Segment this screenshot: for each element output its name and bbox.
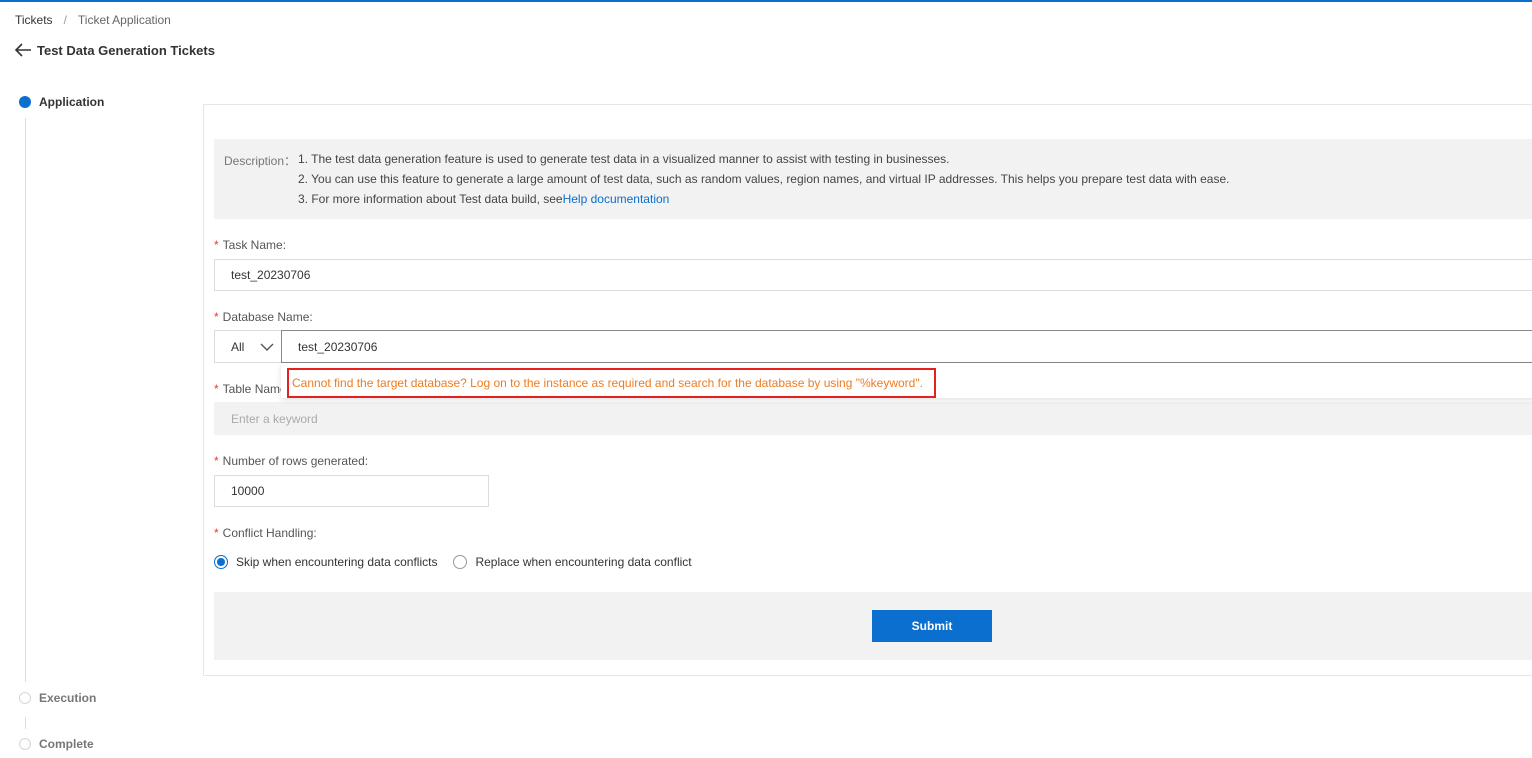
database-name-label: * Database Name: [214, 310, 313, 324]
task-name-label: * Task Name: [214, 238, 286, 252]
description-line-3: 3. For more information about Test data … [298, 192, 669, 206]
task-name-label-text: Task Name: [222, 238, 287, 252]
radio-replace-conflicts[interactable]: Replace when encountering data conflict [453, 555, 692, 569]
breadcrumb-separator: / [63, 13, 67, 27]
step-application: Application [19, 95, 104, 109]
table-name-label-text: Table Name [222, 382, 287, 396]
required-mark: * [214, 310, 219, 324]
step-complete: Complete [19, 737, 94, 751]
rows-label-text: Number of rows generated: [222, 454, 369, 468]
step-active-dot-icon [19, 96, 31, 108]
database-scope-select[interactable]: All [214, 330, 282, 363]
conflict-handling-options: Skip when encountering data conflicts Re… [214, 555, 708, 569]
task-name-input[interactable]: test_20230706 [214, 259, 1532, 291]
database-name-label-text: Database Name: [222, 310, 313, 324]
description-line-3-text: 3. For more information about Test data … [298, 192, 563, 206]
step-label: Execution [39, 691, 97, 705]
breadcrumb-current: Ticket Application [77, 13, 171, 27]
radio-unchecked-icon[interactable] [453, 555, 468, 569]
step-label: Complete [39, 737, 94, 751]
step-label: Application [39, 95, 105, 109]
arrow-left-icon[interactable] [14, 42, 32, 58]
radio-checked-icon[interactable] [214, 555, 228, 569]
step-pending-dot-icon [19, 738, 31, 750]
top-accent-line [0, 0, 1532, 2]
breadcrumb: Tickets / Ticket Application [15, 13, 171, 27]
required-mark: * [214, 238, 219, 252]
help-documentation-link[interactable]: Help documentation [563, 192, 670, 206]
step-execution: Execution [19, 691, 96, 705]
chevron-down-icon [260, 341, 274, 351]
database-scope-value: All [231, 339, 245, 354]
description-line-2: 2. You can use this feature to generate … [298, 172, 1230, 186]
radio-label: Skip when encountering data conflicts [236, 555, 438, 569]
page-header: Test Data Generation Tickets [14, 42, 215, 58]
required-mark: * [214, 454, 219, 468]
radio-skip-conflicts[interactable]: Skip when encountering data conflicts [214, 555, 437, 569]
database-search-input[interactable]: test_20230706 [281, 330, 1532, 363]
database-not-found-hint: Cannot find the target database? Log on … [287, 368, 936, 398]
step-pending-dot-icon [19, 692, 31, 704]
rows-input[interactable]: 10000 [214, 475, 489, 507]
submit-button[interactable]: Submit [872, 610, 992, 642]
description-label: Description： [224, 154, 297, 168]
conflict-handling-label: * Conflict Handling: [214, 526, 317, 540]
step-connector [25, 717, 26, 729]
page-title: Test Data Generation Tickets [37, 42, 215, 58]
rows-label: * Number of rows generated: [214, 454, 368, 468]
step-connector [25, 118, 26, 682]
table-name-input[interactable]: Enter a keyword [214, 402, 1532, 435]
description-line-1: 1. The test data generation feature is u… [298, 152, 950, 166]
description-box: Description： 1. The test data generation… [214, 139, 1532, 219]
breadcrumb-tickets[interactable]: Tickets [15, 13, 53, 27]
radio-label: Replace when encountering data conflict [475, 555, 692, 569]
required-mark: * [214, 526, 219, 540]
table-name-label: * Table Name [214, 382, 287, 396]
required-mark: * [214, 382, 219, 396]
conflict-handling-label-text: Conflict Handling: [222, 526, 317, 540]
